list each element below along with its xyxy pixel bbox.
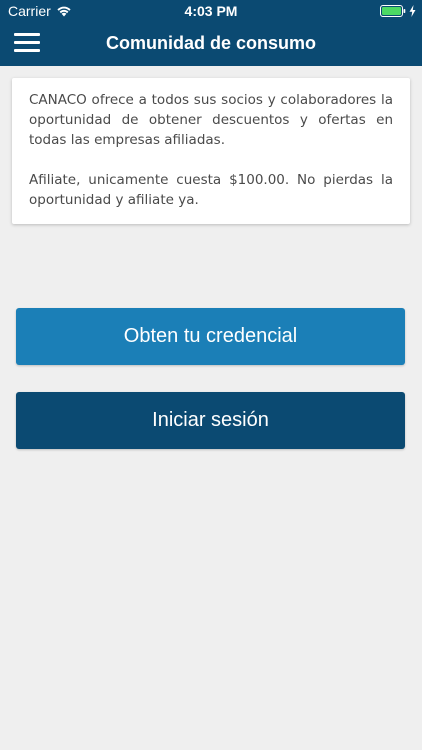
battery-group (380, 5, 416, 17)
charging-bolt-icon (409, 5, 416, 17)
info-paragraph-affiliate: Afiliate, unicamente cuesta $100.00. No … (29, 172, 393, 208)
page-title: Comunidad de consumo (105, 33, 316, 53)
status-bar: Carrier 4:03 PM (0, 0, 422, 22)
navigation-bar: Comunidad de consumo (0, 22, 422, 66)
info-card: CANACO ofrece a todos sus socios y colab… (12, 78, 410, 224)
app-header: Carrier 4:03 PM Comunidad de consumo (0, 0, 422, 66)
login-button[interactable]: Iniciar sesión (16, 392, 405, 449)
get-credential-button[interactable]: Obten tu credencial (16, 308, 405, 365)
info-paragraph-benefits: CANACO ofrece a todos sus socios y colab… (29, 92, 393, 148)
status-time: 4:03 PM (184, 3, 238, 19)
battery-icon (380, 5, 406, 17)
